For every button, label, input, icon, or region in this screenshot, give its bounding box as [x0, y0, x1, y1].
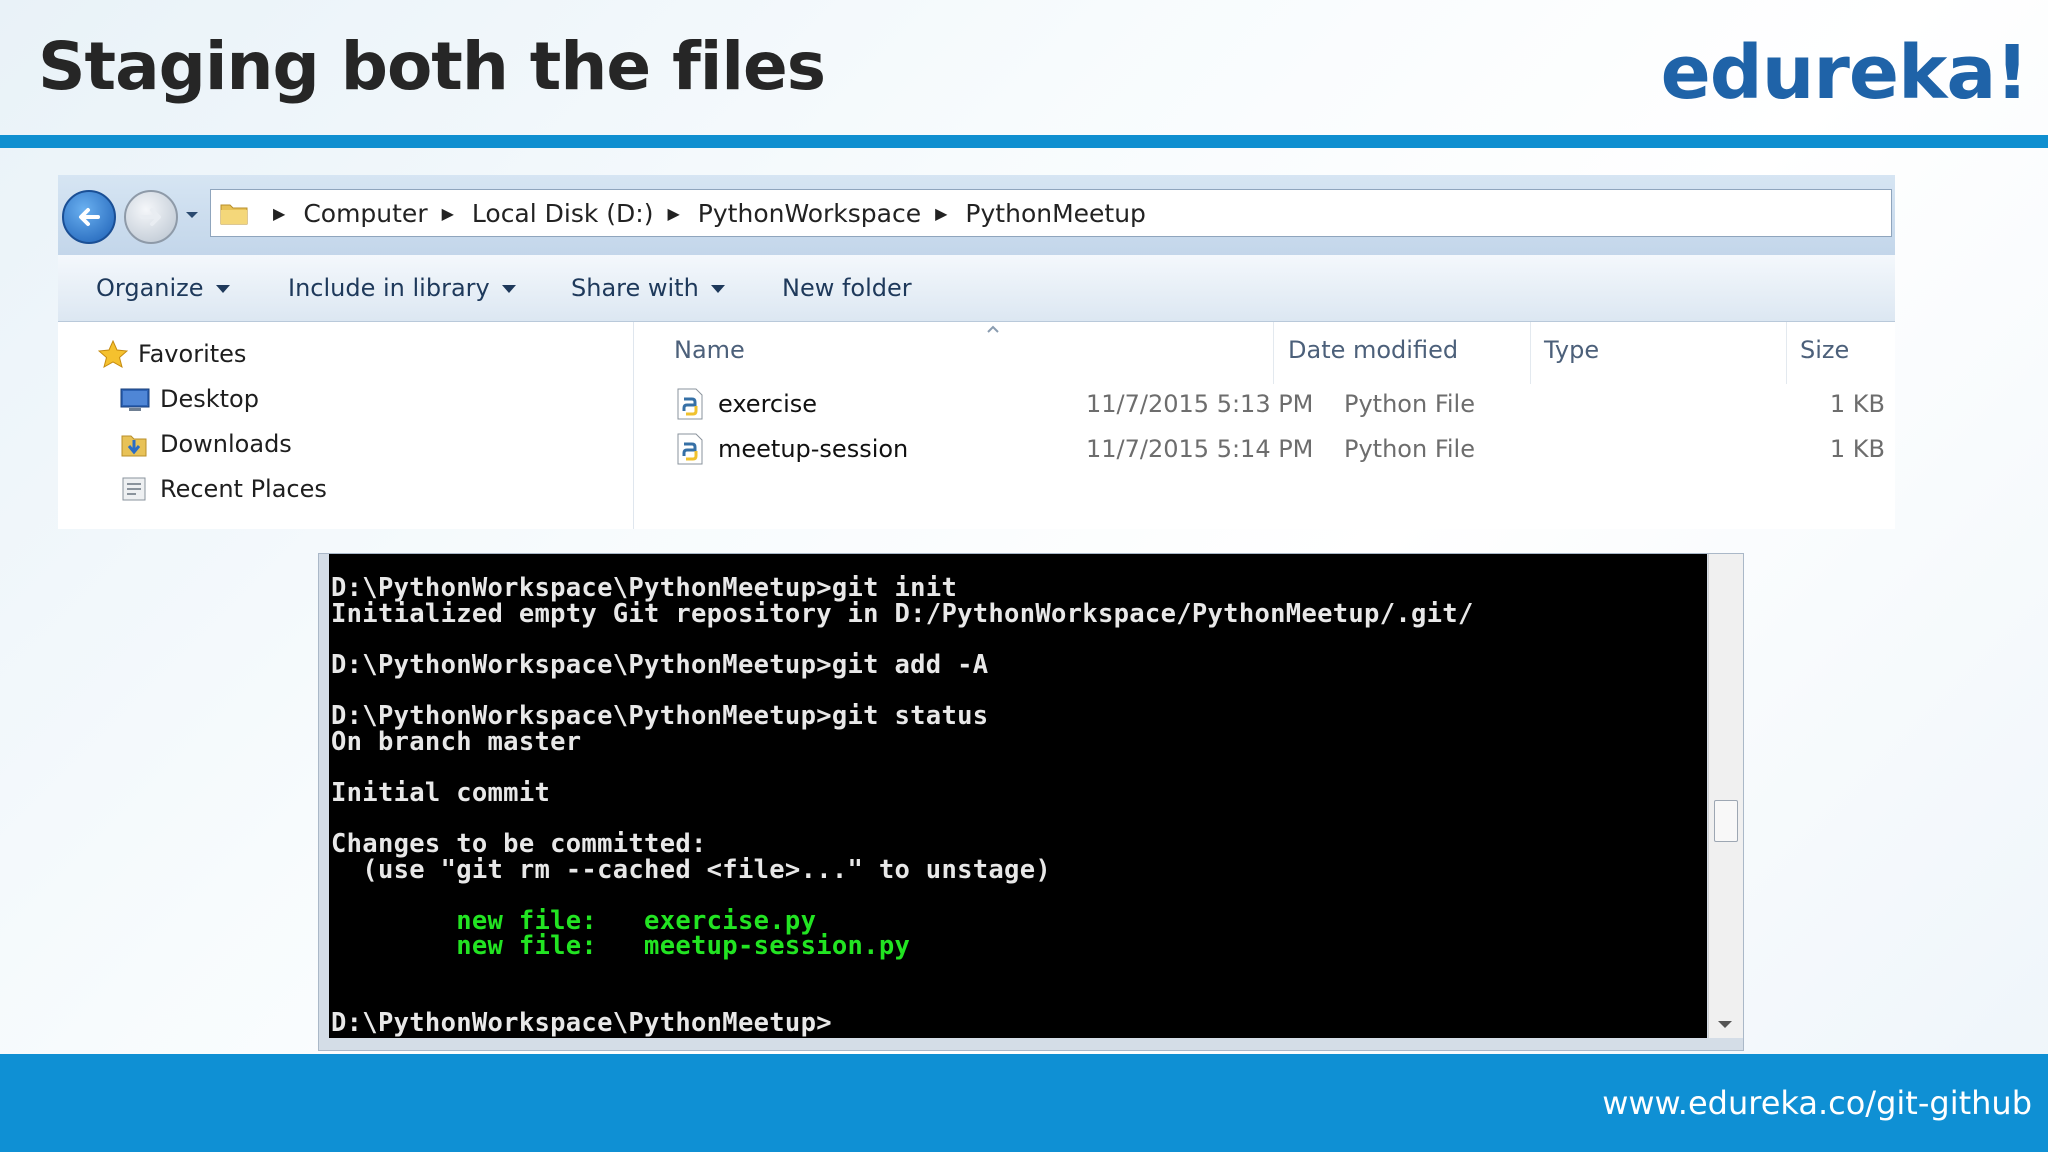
recent-pages-chevron-icon[interactable] [184, 207, 200, 223]
file-row[interactable]: meetup-session 11/7/2015 5:14 PM Python … [634, 430, 1895, 470]
footer-bar: www.edureka.co/git-github [0, 1054, 2048, 1152]
file-type: Python File [1344, 435, 1475, 463]
share-with-button[interactable]: Share with [571, 274, 725, 302]
explorer-window: ▶ Computer ▶ Local Disk (D:) ▶ PythonWor… [58, 175, 1895, 529]
new-folder-button[interactable]: New folder [782, 274, 912, 302]
back-arrow-icon [79, 208, 100, 226]
console-line: Initial commit [331, 777, 551, 808]
console-scrollbar[interactable] [1708, 554, 1743, 1038]
nav-item-downloads[interactable]: Downloads [120, 430, 292, 458]
file-date-modified: 11/7/2015 5:14 PM [1086, 435, 1314, 463]
share-with-label: Share with [571, 274, 699, 302]
new-folder-label: New folder [782, 274, 912, 302]
forward-arrow-icon [140, 208, 161, 226]
nav-item-desktop[interactable]: Desktop [120, 385, 259, 413]
include-in-library-label: Include in library [288, 274, 490, 302]
console-line: Initialized empty Git repository in D:/P… [331, 598, 1474, 629]
slide-title: Staging both the files [38, 28, 826, 105]
console-line: On branch master [331, 726, 582, 757]
breadcrumb-separator-icon: ▶ [273, 203, 286, 223]
recent-places-icon [122, 477, 146, 501]
desktop-icon [120, 388, 150, 411]
column-divider[interactable] [1786, 322, 1787, 384]
column-header-type[interactable]: Type [1544, 336, 1599, 364]
file-date-modified: 11/7/2015 5:13 PM [1086, 390, 1314, 418]
include-in-library-button[interactable]: Include in library [288, 274, 516, 302]
breadcrumb-local-disk[interactable]: Local Disk (D:) [472, 199, 654, 228]
header-divider [0, 135, 2048, 148]
chevron-down-icon [710, 285, 725, 293]
breadcrumb-python-workspace[interactable]: PythonWorkspace [698, 199, 921, 228]
address-bar: ▶ Computer ▶ Local Disk (D:) ▶ PythonWor… [58, 175, 1895, 255]
console-line: (use "git rm --cached <file>..." to unst… [331, 854, 1052, 885]
console-line: D:\PythonWorkspace\PythonMeetup>git add … [331, 649, 989, 680]
nav-item-label: Favorites [138, 340, 247, 368]
chevron-down-icon [215, 285, 230, 293]
nav-item-label: Desktop [160, 385, 259, 413]
python-file-icon [677, 433, 703, 465]
command-bar: Organize Include in library Share with N… [58, 255, 1895, 322]
console-output[interactable]: D:\PythonWorkspace\PythonMeetup>git init… [329, 554, 1707, 1038]
python-file-icon [677, 388, 703, 420]
breadcrumb-separator-icon: ▶ [935, 203, 948, 223]
file-row[interactable]: exercise 11/7/2015 5:13 PM Python File 1… [634, 385, 1895, 425]
scroll-down-icon[interactable] [1718, 1021, 1732, 1028]
scrollbar-thumb[interactable] [1714, 800, 1738, 842]
breadcrumb-separator-icon: ▶ [441, 203, 454, 223]
file-size: 1 KB [1829, 435, 1885, 463]
breadcrumb-separator-icon: ▶ [667, 203, 680, 223]
edureka-logo: edureka! [1660, 30, 2029, 116]
nav-item-favorites[interactable]: Favorites [98, 340, 246, 368]
nav-item-label: Recent Places [160, 475, 327, 503]
nav-item-label: Downloads [160, 430, 292, 458]
organize-button[interactable]: Organize [96, 274, 230, 302]
nav-item-recent-places[interactable]: Recent Places [120, 475, 327, 503]
console-text: D:\PythonWorkspace\PythonMeetup>git init… [331, 575, 1474, 1038]
console-prompt: D:\PythonWorkspace\PythonMeetup> [331, 1008, 832, 1038]
organize-label: Organize [96, 274, 204, 302]
chevron-down-icon [501, 285, 516, 293]
file-name: meetup-session [718, 435, 909, 463]
downloads-folder-icon [121, 435, 147, 457]
column-divider[interactable] [1530, 322, 1531, 384]
star-icon [98, 340, 128, 368]
console-line-staged-file: new file: meetup-session.py [331, 931, 911, 962]
breadcrumb[interactable]: ▶ Computer ▶ Local Disk (D:) ▶ PythonWor… [210, 189, 1892, 237]
column-header-date-modified[interactable]: Date modified [1288, 336, 1458, 364]
file-name: exercise [718, 390, 818, 418]
column-divider[interactable] [1273, 322, 1274, 384]
breadcrumb-python-meetup[interactable]: PythonMeetup [965, 199, 1146, 228]
back-button[interactable] [62, 190, 116, 244]
folder-icon [220, 204, 248, 225]
column-header-size[interactable]: Size [1800, 336, 1849, 364]
command-prompt-window: D:\PythonWorkspace\PythonMeetup>git init… [318, 553, 1744, 1051]
file-type: Python File [1344, 390, 1475, 418]
footer-url: www.edureka.co/git-github [1602, 1084, 2032, 1122]
sort-ascending-icon [987, 325, 999, 333]
forward-button[interactable] [124, 190, 178, 244]
navigation-pane: Favorites Desktop Downloads Recent Place… [58, 322, 634, 529]
breadcrumb-computer[interactable]: Computer [303, 199, 427, 228]
file-size: 1 KB [1829, 390, 1885, 418]
file-list: Name Date modified Type Size exercise 11… [634, 322, 1895, 529]
column-header-name[interactable]: Name [674, 336, 745, 364]
